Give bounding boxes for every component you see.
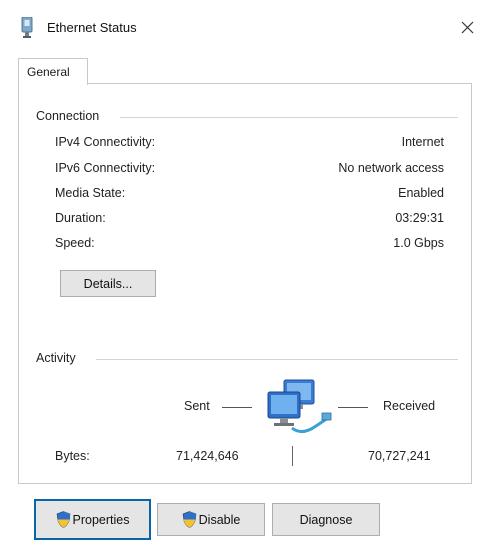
activity-group-line — [96, 359, 458, 360]
uac-shield-icon — [182, 511, 196, 528]
received-connector-line — [338, 407, 368, 408]
sent-connector-line — [222, 407, 252, 408]
speed-label: Speed: — [55, 236, 95, 250]
sent-label: Sent — [184, 399, 210, 413]
title-bar: Ethernet Status — [0, 0, 489, 56]
disable-button[interactable]: Disable — [157, 503, 265, 536]
details-button[interactable]: Details... — [60, 270, 156, 297]
uac-shield-icon — [56, 511, 70, 528]
ipv4-connectivity-value: Internet — [401, 135, 444, 149]
bytes-received-value: 70,727,241 — [368, 449, 431, 463]
window-title: Ethernet Status — [47, 20, 137, 35]
close-button[interactable] — [452, 12, 482, 42]
ethernet-status-window: Ethernet Status General Connection IPv4 … — [0, 0, 489, 553]
disable-label: Disable — [198, 512, 241, 527]
connection-group-line — [120, 117, 458, 118]
activity-heading: Activity — [36, 351, 82, 365]
bytes-sent-value: 71,424,646 — [176, 449, 239, 463]
tab-general[interactable]: General — [18, 58, 88, 85]
media-state-label: Media State: — [55, 186, 126, 200]
ethernet-adapter-icon — [21, 17, 33, 38]
received-label: Received — [383, 399, 436, 413]
media-state-value: Enabled — [398, 186, 444, 200]
properties-button[interactable]: Properties — [34, 499, 151, 540]
properties-label: Properties — [72, 512, 130, 527]
diagnose-button[interactable]: Diagnose — [272, 503, 380, 536]
bytes-label: Bytes: — [55, 449, 90, 463]
ipv4-connectivity-label: IPv4 Connectivity: — [55, 135, 156, 149]
connection-heading: Connection — [36, 109, 106, 123]
speed-value: 1.0 Gbps — [393, 236, 444, 250]
ipv6-connectivity-value: No network access — [338, 161, 444, 175]
duration-value: 03:29:31 — [395, 211, 444, 225]
network-computers-icon — [267, 379, 332, 433]
bytes-divider — [292, 446, 293, 466]
duration-label: Duration: — [55, 211, 106, 225]
ipv6-connectivity-label: IPv6 Connectivity: — [55, 161, 156, 175]
tab-general-label: General — [27, 65, 70, 79]
